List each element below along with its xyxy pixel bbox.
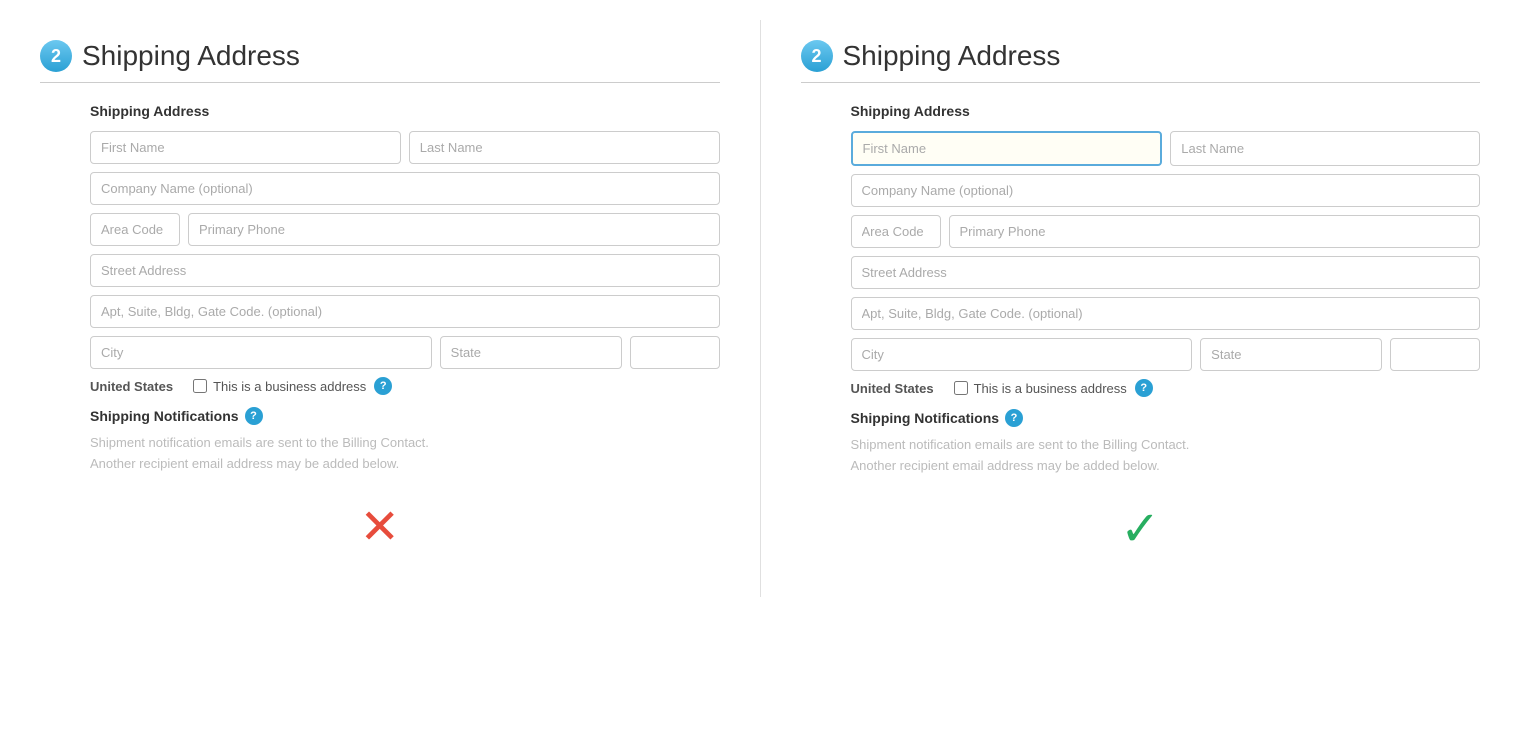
right-zip-input[interactable]: 34593 xyxy=(1390,338,1480,371)
right-section-header: 2 Shipping Address xyxy=(801,40,1481,72)
left-subsection-label: Shipping Address xyxy=(90,103,720,119)
left-form-area: 34593 United States This is a business a… xyxy=(90,131,720,395)
left-business-help-icon[interactable]: ? xyxy=(374,377,392,395)
right-business-label: This is a business address xyxy=(974,381,1127,396)
right-notifications-label: Shipping Notifications xyxy=(851,410,1000,426)
left-street-input[interactable] xyxy=(90,254,720,287)
left-notifications-label: Shipping Notifications xyxy=(90,408,239,424)
right-primary-phone-input[interactable] xyxy=(949,215,1481,248)
right-street-input[interactable] xyxy=(851,256,1481,289)
right-section-title: Shipping Address xyxy=(843,40,1061,72)
left-company-input[interactable] xyxy=(90,172,720,205)
right-subsection-label: Shipping Address xyxy=(851,103,1481,119)
left-business-checkbox[interactable] xyxy=(193,379,207,393)
right-company-row xyxy=(851,174,1481,207)
left-notifications-line2: Another recipient email address may be a… xyxy=(90,454,720,475)
right-notifications-header: Shipping Notifications ? xyxy=(851,409,1481,427)
right-city-input[interactable] xyxy=(851,338,1193,371)
right-country-label: United States xyxy=(851,381,934,396)
right-phone-row xyxy=(851,215,1481,248)
left-notifications-text: Shipment notification emails are sent to… xyxy=(90,433,720,475)
left-zip-input[interactable]: 34593 xyxy=(630,336,720,369)
left-business-row: This is a business address ? xyxy=(193,377,392,395)
left-company-row xyxy=(90,172,720,205)
right-notifications-help-icon[interactable]: ? xyxy=(1005,409,1023,427)
left-divider xyxy=(40,82,720,83)
left-apt-row xyxy=(90,295,720,328)
right-street-row xyxy=(851,256,1481,289)
left-primary-phone-input[interactable] xyxy=(188,213,720,246)
right-business-checkbox[interactable] xyxy=(954,381,968,395)
left-step-badge: 2 xyxy=(40,40,72,72)
right-panel: 2 Shipping Address Shipping Address xyxy=(761,20,1520,597)
right-company-input[interactable] xyxy=(851,174,1481,207)
right-success-icon: ✓ xyxy=(1120,501,1160,557)
left-notifications-help-icon[interactable]: ? xyxy=(245,407,263,425)
right-result-icon-container: ✓ xyxy=(801,501,1481,557)
right-business-help-icon[interactable]: ? xyxy=(1135,379,1153,397)
left-result-icon-container: ✕ xyxy=(40,499,720,555)
right-first-name-input[interactable] xyxy=(851,131,1163,166)
left-last-name-input[interactable] xyxy=(409,131,720,164)
left-country-row: United States This is a business address… xyxy=(90,377,720,395)
right-notifications-line2: Another recipient email address may be a… xyxy=(851,456,1481,477)
left-name-row xyxy=(90,131,720,164)
right-country-row: United States This is a business address… xyxy=(851,379,1481,397)
left-section-title: Shipping Address xyxy=(82,40,300,72)
left-area-code-input[interactable] xyxy=(90,213,180,246)
left-state-input[interactable] xyxy=(440,336,622,369)
right-apt-input[interactable] xyxy=(851,297,1481,330)
left-street-row xyxy=(90,254,720,287)
page-wrapper: 2 Shipping Address Shipping Address xyxy=(0,20,1520,597)
right-step-badge: 2 xyxy=(801,40,833,72)
left-panel: 2 Shipping Address Shipping Address xyxy=(0,20,760,597)
left-apt-input[interactable] xyxy=(90,295,720,328)
right-name-row xyxy=(851,131,1481,166)
left-business-label: This is a business address xyxy=(213,379,366,394)
right-business-row: This is a business address ? xyxy=(954,379,1153,397)
left-city-state-row: 34593 xyxy=(90,336,720,369)
right-divider xyxy=(801,82,1481,83)
right-apt-row xyxy=(851,297,1481,330)
right-form-area: 34593 United States This is a business a… xyxy=(851,131,1481,397)
left-notifications-header: Shipping Notifications ? xyxy=(90,407,720,425)
right-notifications-line1: Shipment notification emails are sent to… xyxy=(851,435,1481,456)
right-area-code-input[interactable] xyxy=(851,215,941,248)
right-state-input[interactable] xyxy=(1200,338,1382,371)
left-phone-row xyxy=(90,213,720,246)
left-country-label: United States xyxy=(90,379,173,394)
right-city-state-row: 34593 xyxy=(851,338,1481,371)
right-last-name-input[interactable] xyxy=(1170,131,1480,166)
left-section-header: 2 Shipping Address xyxy=(40,40,720,72)
left-city-input[interactable] xyxy=(90,336,432,369)
right-notifications-text: Shipment notification emails are sent to… xyxy=(851,435,1481,477)
left-first-name-input[interactable] xyxy=(90,131,401,164)
left-notifications-line1: Shipment notification emails are sent to… xyxy=(90,433,720,454)
left-error-icon: ✕ xyxy=(360,499,400,555)
